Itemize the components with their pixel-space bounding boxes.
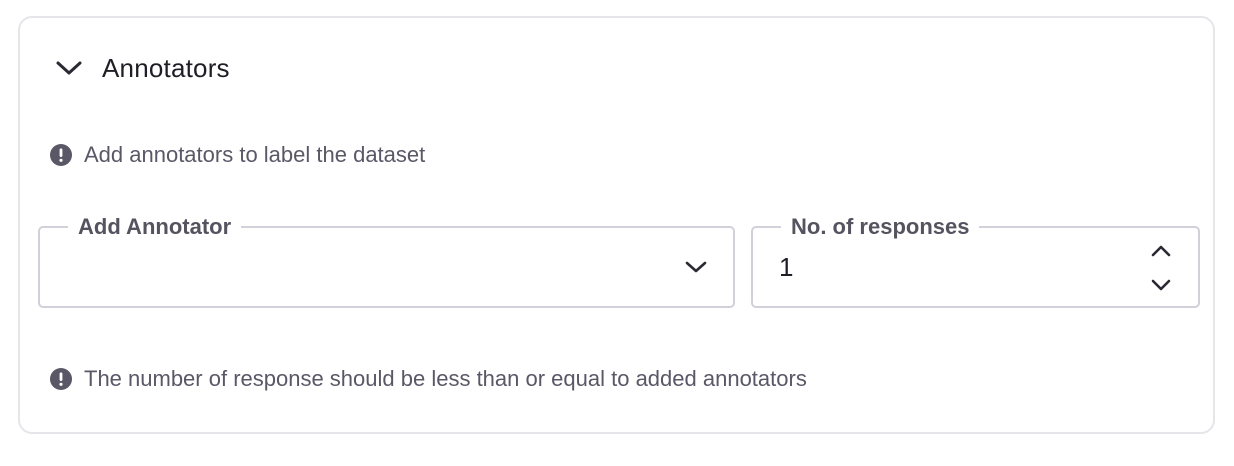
responses-input[interactable] [779,252,1079,283]
info-icon [50,144,72,166]
responses-stepper [1148,238,1174,298]
info-message-bottom: The number of response should be less th… [50,366,807,392]
responses-label: No. of responses [781,214,980,240]
annotators-section-toggle[interactable]: Annotators [54,48,230,88]
responses-number-field[interactable]: No. of responses [751,214,1200,308]
add-annotator-select[interactable]: Add Annotator [38,214,735,308]
chevron-up-icon [1151,245,1171,257]
info-text: The number of response should be less th… [84,366,807,391]
decrement-button[interactable] [1148,272,1174,298]
info-text: Add annotators to label the dataset [84,142,426,167]
add-annotator-label: Add Annotator [68,214,242,240]
chevron-down-icon[interactable] [683,258,709,276]
chevron-down-icon [1151,279,1171,291]
increment-button[interactable] [1148,238,1174,264]
info-icon [50,368,72,390]
chevron-down-icon[interactable] [54,53,84,83]
info-message-top: Add annotators to label the dataset [50,142,425,168]
annotators-card: Annotators Add annotators to label the d… [18,16,1215,434]
section-title: Annotators [102,52,230,83]
